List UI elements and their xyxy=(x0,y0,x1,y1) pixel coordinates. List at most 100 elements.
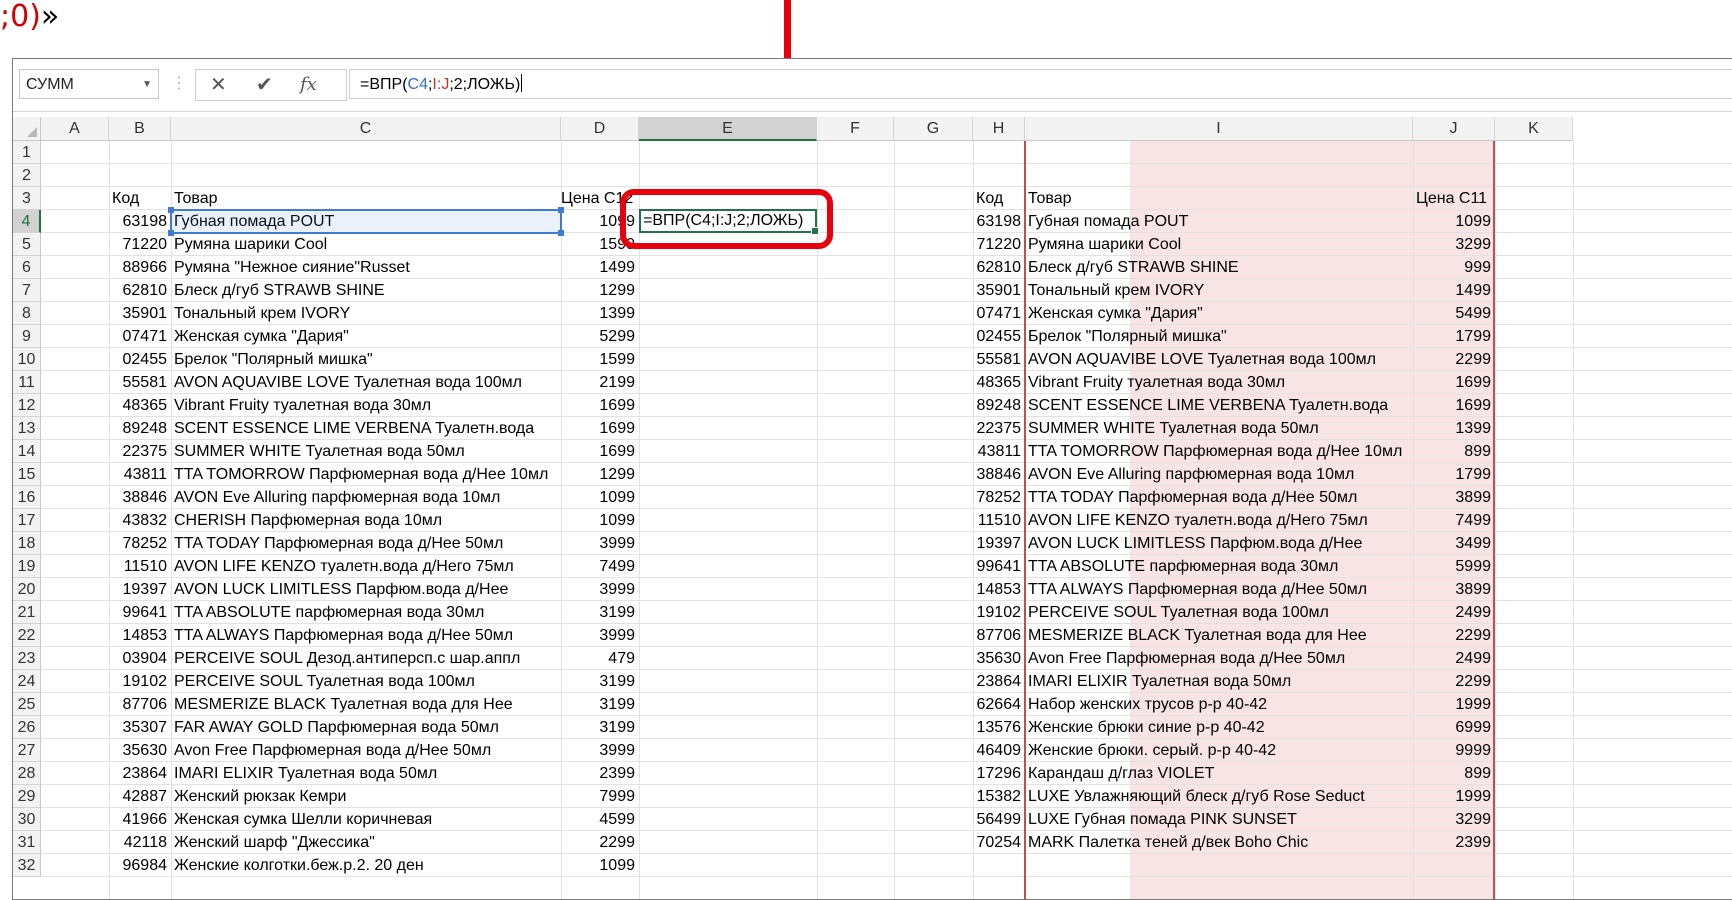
cell-product[interactable]: SUMMER WHITE Туалетная вода 50мл xyxy=(171,440,561,463)
header-code-right[interactable]: Код xyxy=(973,187,1025,210)
cell-product[interactable]: SCENT ESSENCE LIME VERBENA Туалетн.вода xyxy=(171,417,561,440)
cell-price[interactable]: 2299 xyxy=(561,831,639,854)
cell-product[interactable]: Блеск д/губ STRAWB SHINE xyxy=(171,279,561,302)
row-header-7[interactable]: 7 xyxy=(13,279,41,302)
cell-price[interactable]: 3999 xyxy=(561,624,639,647)
cell-product[interactable]: Блеск д/губ STRAWB SHINE xyxy=(1025,256,1413,279)
cell-product[interactable]: AVON LUCK LIMITLESS Парфюм.вода д/Нее xyxy=(171,578,561,601)
column-header-h[interactable]: H xyxy=(973,117,1025,141)
cell-code[interactable]: 46409 xyxy=(973,739,1025,762)
cell-code[interactable]: 19397 xyxy=(973,532,1025,555)
cell-price[interactable]: 3899 xyxy=(1413,578,1495,601)
cell-product[interactable]: MESMERIZE BLACK Туалетная вода для Нее xyxy=(171,693,561,716)
cell-price[interactable]: 2499 xyxy=(1413,647,1495,670)
cell-code[interactable]: 62810 xyxy=(109,279,171,302)
cell-code[interactable]: 07471 xyxy=(109,325,171,348)
cell-code[interactable]: 41966 xyxy=(109,808,171,831)
cell-code[interactable]: 43811 xyxy=(973,440,1025,463)
row-header-17[interactable]: 17 xyxy=(13,509,41,532)
column-header-j[interactable]: J xyxy=(1413,117,1495,141)
cell-product[interactable]: Avon Free Парфюмерная вода д/Нее 50мл xyxy=(1025,647,1413,670)
row-header-22[interactable]: 22 xyxy=(13,624,41,647)
cell-price[interactable]: 2199 xyxy=(561,371,639,394)
cell-product[interactable]: Брелок "Полярный мишка" xyxy=(171,348,561,371)
cell-code[interactable]: 89248 xyxy=(973,394,1025,417)
range-handle[interactable] xyxy=(558,230,564,236)
header-product-left[interactable]: Товар xyxy=(171,187,561,210)
cell-price[interactable]: 1699 xyxy=(561,394,639,417)
function-icon[interactable]: fx xyxy=(300,74,317,95)
cell-code[interactable]: 35630 xyxy=(109,739,171,762)
cell-code[interactable]: 62664 xyxy=(973,693,1025,716)
column-header-a[interactable]: A xyxy=(41,117,109,141)
cell-price[interactable]: 3299 xyxy=(1413,808,1495,831)
cell-price[interactable]: 1799 xyxy=(1413,325,1495,348)
close-icon[interactable]: ✕ xyxy=(210,72,227,97)
row-header-10[interactable]: 10 xyxy=(13,348,41,371)
column-header-k[interactable]: K xyxy=(1495,117,1573,141)
cell-product[interactable]: Vibrant Fruity туалетная вода 30мл xyxy=(1025,371,1413,394)
cell-price[interactable]: 1299 xyxy=(561,463,639,486)
cell-price[interactable]: 2399 xyxy=(561,762,639,785)
cell-code[interactable]: 87706 xyxy=(973,624,1025,647)
cell-code[interactable]: 55581 xyxy=(973,348,1025,371)
row-header-2[interactable]: 2 xyxy=(13,164,41,187)
cell-price[interactable]: 7499 xyxy=(561,555,639,578)
cell-price[interactable]: 1699 xyxy=(1413,394,1495,417)
cell-product[interactable]: Avon Free Парфюмерная вода д/Нее 50мл xyxy=(171,739,561,762)
cell-code[interactable]: 17296 xyxy=(973,762,1025,785)
row-header-16[interactable]: 16 xyxy=(13,486,41,509)
cell-code[interactable]: 43832 xyxy=(109,509,171,532)
cell-product[interactable]: AVON LIFE KENZO туалетн.вода д/Него 75мл xyxy=(171,555,561,578)
cell-price[interactable]: 4599 xyxy=(561,808,639,831)
cell-price[interactable]: 3199 xyxy=(561,670,639,693)
cell-product[interactable]: Женская сумка "Дария" xyxy=(1025,302,1413,325)
row-header-23[interactable]: 23 xyxy=(13,647,41,670)
range-handle[interactable] xyxy=(168,230,174,236)
row-header-11[interactable]: 11 xyxy=(13,371,41,394)
cell-price[interactable]: 1999 xyxy=(1413,693,1495,716)
column-header-c[interactable]: C xyxy=(171,117,561,141)
cell-product[interactable]: Губная помада POUT xyxy=(1025,210,1413,233)
cell-product[interactable]: TTA TODAY Парфюмерная вода д/Нее 50мл xyxy=(1025,486,1413,509)
cell-code[interactable]: 35901 xyxy=(973,279,1025,302)
row-header-30[interactable]: 30 xyxy=(13,808,41,831)
cell-code[interactable]: 03904 xyxy=(109,647,171,670)
row-header-31[interactable]: 31 xyxy=(13,831,41,854)
cell-price[interactable]: 1699 xyxy=(561,440,639,463)
row-header-1[interactable]: 1 xyxy=(13,141,41,164)
formula-bar-splitter[interactable]: ⋮ xyxy=(171,73,187,93)
chevron-down-icon[interactable]: ▼ xyxy=(142,70,152,100)
cell-code[interactable]: 22375 xyxy=(973,417,1025,440)
cell-product[interactable]: LUXE Губная помада PINK SUNSET xyxy=(1025,808,1413,831)
cell-price[interactable]: 3999 xyxy=(561,739,639,762)
cell-price[interactable]: 5999 xyxy=(1413,555,1495,578)
cell-code[interactable]: 19102 xyxy=(973,601,1025,624)
cell-product[interactable]: TTA TOMORROW Парфюмерная вода д/Нее 10мл xyxy=(171,463,561,486)
cell-product[interactable]: Женские брюки синие р-р 40-42 xyxy=(1025,716,1413,739)
column-header-e[interactable]: E xyxy=(639,117,817,141)
cell-product[interactable]: Румяна шарики Cool xyxy=(171,233,561,256)
row-header-8[interactable]: 8 xyxy=(13,302,41,325)
cell-code[interactable]: 99641 xyxy=(973,555,1025,578)
cell-price[interactable]: 1599 xyxy=(561,348,639,371)
cell-code[interactable]: 63198 xyxy=(109,210,171,233)
cell-price[interactable]: 3199 xyxy=(561,693,639,716)
cell-price[interactable]: 5299 xyxy=(561,325,639,348)
cell-price[interactable]: 3899 xyxy=(1413,486,1495,509)
cell-code[interactable]: 42118 xyxy=(109,831,171,854)
row-header-26[interactable]: 26 xyxy=(13,716,41,739)
cell-product[interactable]: TTA ABSOLUTE парфюмерная вода 30мл xyxy=(1025,555,1413,578)
cell-code[interactable]: 02455 xyxy=(973,325,1025,348)
cell-product[interactable]: SUMMER WHITE Туалетная вода 50мл xyxy=(1025,417,1413,440)
cell-price[interactable]: 1299 xyxy=(561,279,639,302)
cell-code[interactable]: 19397 xyxy=(109,578,171,601)
cell-code[interactable]: 48365 xyxy=(109,394,171,417)
range-handle[interactable] xyxy=(558,207,564,213)
row-header-4[interactable]: 4 xyxy=(13,210,41,233)
cell-code[interactable]: 38846 xyxy=(109,486,171,509)
cell-product[interactable]: FAR AWAY GOLD Парфюмерная вода 50мл xyxy=(171,716,561,739)
row-header-15[interactable]: 15 xyxy=(13,463,41,486)
cell-code[interactable]: 23864 xyxy=(973,670,1025,693)
row-header-28[interactable]: 28 xyxy=(13,762,41,785)
